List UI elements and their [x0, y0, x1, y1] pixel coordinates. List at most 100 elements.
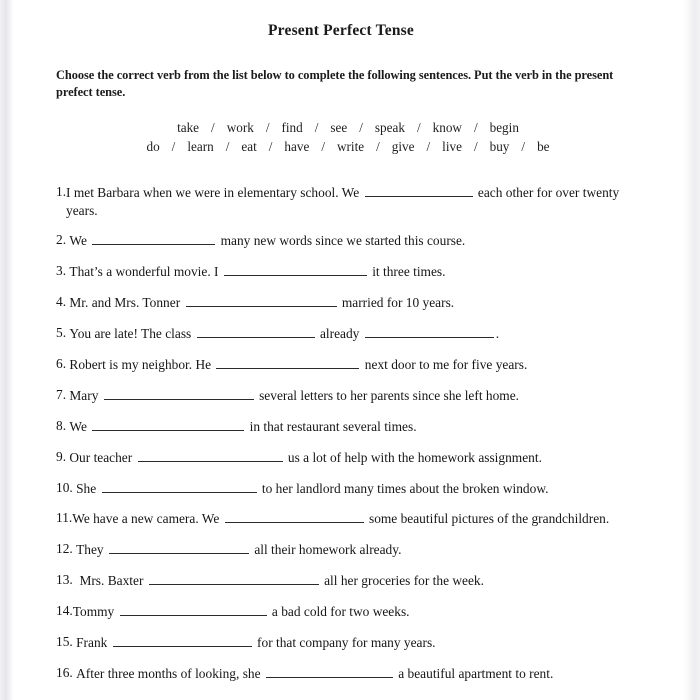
sentence-text: many new words since we started this cou…	[217, 233, 466, 249]
sentence-text: Our teacher	[69, 449, 136, 465]
sentence-text: us a lot of help with the homework assig…	[284, 449, 542, 465]
exercise-item: 7. Mary several letters to her parents s…	[56, 386, 652, 405]
answer-blank[interactable]	[119, 602, 267, 617]
word-bank-separator: /	[268, 138, 273, 154]
sentence-text: Robert is my neighbor. He	[69, 356, 215, 372]
exercise-item: 16. After three months of looking, she a…	[56, 664, 652, 683]
page-right-edge-shadow	[682, 0, 700, 700]
item-sentence: We many new words since we started this …	[69, 231, 652, 250]
item-number: 1.	[56, 184, 67, 199]
item-number: 2.	[56, 232, 70, 248]
answer-blank[interactable]	[216, 355, 360, 369]
word-bank-verb: give	[391, 138, 415, 154]
answer-blank[interactable]	[112, 633, 252, 647]
sentence-text: Tommy	[72, 604, 118, 620]
item-number: 10.	[56, 479, 77, 495]
sentence-text: We	[69, 418, 91, 434]
item-number: 13.	[56, 572, 80, 588]
answer-blank[interactable]	[108, 540, 249, 555]
answer-blank[interactable]	[101, 479, 257, 493]
answer-blank[interactable]	[103, 386, 254, 400]
sentence-text: it three times.	[368, 264, 446, 280]
sentence-text: a bad cold for two weeks.	[268, 604, 410, 620]
answer-blank[interactable]	[137, 448, 283, 462]
sentence-text: next door to me for five years.	[361, 356, 528, 372]
answer-blank[interactable]	[196, 324, 315, 339]
answer-blank[interactable]	[185, 293, 337, 308]
word-bank-verb: work	[226, 120, 254, 135]
item-sentence: You are late! The class already .	[69, 324, 652, 343]
sentence-text: We	[69, 233, 91, 249]
verb-word-bank: take / work / find / see / speak / know / begin do / l…	[14, 119, 682, 156]
word-bank-separator: /	[416, 120, 421, 135]
word-bank-separator: /	[321, 138, 325, 154]
instructions-text: Choose the correct verb from the list be…	[56, 68, 614, 99]
exercise-item: 6. Robert is my neighbor. He next door t…	[56, 355, 652, 374]
word-bank-verb: take	[177, 120, 200, 135]
item-number: 6.	[56, 355, 70, 371]
word-bank-separator: /	[211, 120, 215, 135]
item-sentence: We have a new camera. We some beautiful …	[72, 509, 652, 528]
word-bank-verb: speak	[374, 120, 405, 135]
sentence-text: You are late! The class	[69, 326, 195, 342]
exercise-item: 14. Tommy a bad cold for two weeks.	[56, 602, 652, 621]
answer-blank[interactable]	[92, 231, 216, 246]
sentence-text: for that company for many years.	[253, 634, 436, 650]
answer-blank[interactable]	[224, 509, 364, 524]
word-bank-verb: do	[146, 138, 160, 154]
sentence-text: They	[76, 542, 107, 558]
sentence-text: She	[76, 480, 100, 496]
word-bank-separator: /	[521, 138, 526, 154]
word-bank-separator: /	[314, 120, 319, 135]
worksheet-sheet: Present Perfect Tense Choose the correct…	[14, 0, 682, 700]
exercise-item: 1. I met Barbara when we were in elementa…	[56, 183, 652, 219]
exercise-item: 8. We in that restaurant several times.	[56, 417, 652, 436]
item-sentence: She to her landlord many times about the…	[76, 479, 652, 498]
sentence-text: We have a new camera. We	[72, 511, 223, 527]
word-bank-separator: /	[265, 120, 270, 135]
item-number: 7.	[56, 386, 70, 402]
sentence-text: all her groceries for the week.	[320, 573, 484, 589]
item-number: 8.	[56, 417, 70, 433]
sentence-text: to her landlord many times about the bro…	[258, 480, 549, 496]
sentence-text: in that restaurant several times.	[246, 418, 417, 434]
sentence-text: all their homework already.	[250, 542, 402, 558]
sentence-text: Mrs. Baxter	[79, 573, 147, 589]
exercise-item: 2. We many new words since we started th…	[56, 231, 652, 250]
sentence-text: After three months of looking, she	[76, 665, 264, 681]
item-number: 9.	[56, 448, 70, 464]
item-sentence: After three months of looking, she a bea…	[76, 664, 652, 683]
answer-blank[interactable]	[92, 417, 245, 431]
exercise-item: 4. Mr. and Mrs. Tonner married for 10 ye…	[56, 293, 652, 312]
item-sentence: I met Barbara when we were in elementary…	[66, 183, 652, 219]
answer-blank[interactable]	[223, 262, 367, 277]
answer-blank[interactable]	[265, 664, 393, 678]
answer-blank[interactable]	[364, 324, 494, 339]
word-bank-separator: /	[426, 138, 431, 154]
word-bank-verb: find	[281, 120, 303, 135]
item-sentence: Mr. and Mrs. Tonner married for 10 years…	[69, 293, 652, 312]
word-bank-row-1: take / work / find / see / speak / know / begin	[34, 119, 662, 138]
exercise-item: 10. She to her landlord many times about…	[56, 479, 652, 498]
exercise-item: 3. That’s a wonderful movie. I it three …	[56, 262, 652, 281]
word-bank-separator: /	[473, 120, 478, 135]
word-bank-verb: be	[537, 138, 550, 154]
word-bank-verb: eat	[241, 138, 257, 154]
item-number: 16.	[56, 664, 77, 680]
word-bank-separator: /	[359, 120, 363, 135]
page-left-edge-shadow	[0, 0, 14, 700]
sentence-text: Mary	[69, 387, 102, 403]
item-number: 14.	[56, 603, 73, 619]
answer-blank[interactable]	[148, 571, 319, 586]
item-sentence: Robert is my neighbor. He next door to m…	[69, 355, 652, 374]
sentence-text: .	[495, 326, 500, 342]
word-bank-separator: /	[171, 138, 176, 154]
exercise-item: 9. Our teacher us a lot of help with the…	[56, 448, 652, 467]
word-bank-separator: /	[376, 138, 380, 154]
worksheet-page: Present Perfect Tense Choose the correct…	[0, 0, 700, 700]
exercise-item: 11. We have a new camera. We some beautif…	[56, 509, 652, 528]
answer-blank[interactable]	[364, 183, 473, 197]
item-sentence: Mrs. Baxter all her groceries for the we…	[79, 571, 652, 590]
sentence-text: married for 10 years.	[338, 295, 455, 311]
exercise-item: 5. You are late! The class already .	[56, 324, 652, 343]
